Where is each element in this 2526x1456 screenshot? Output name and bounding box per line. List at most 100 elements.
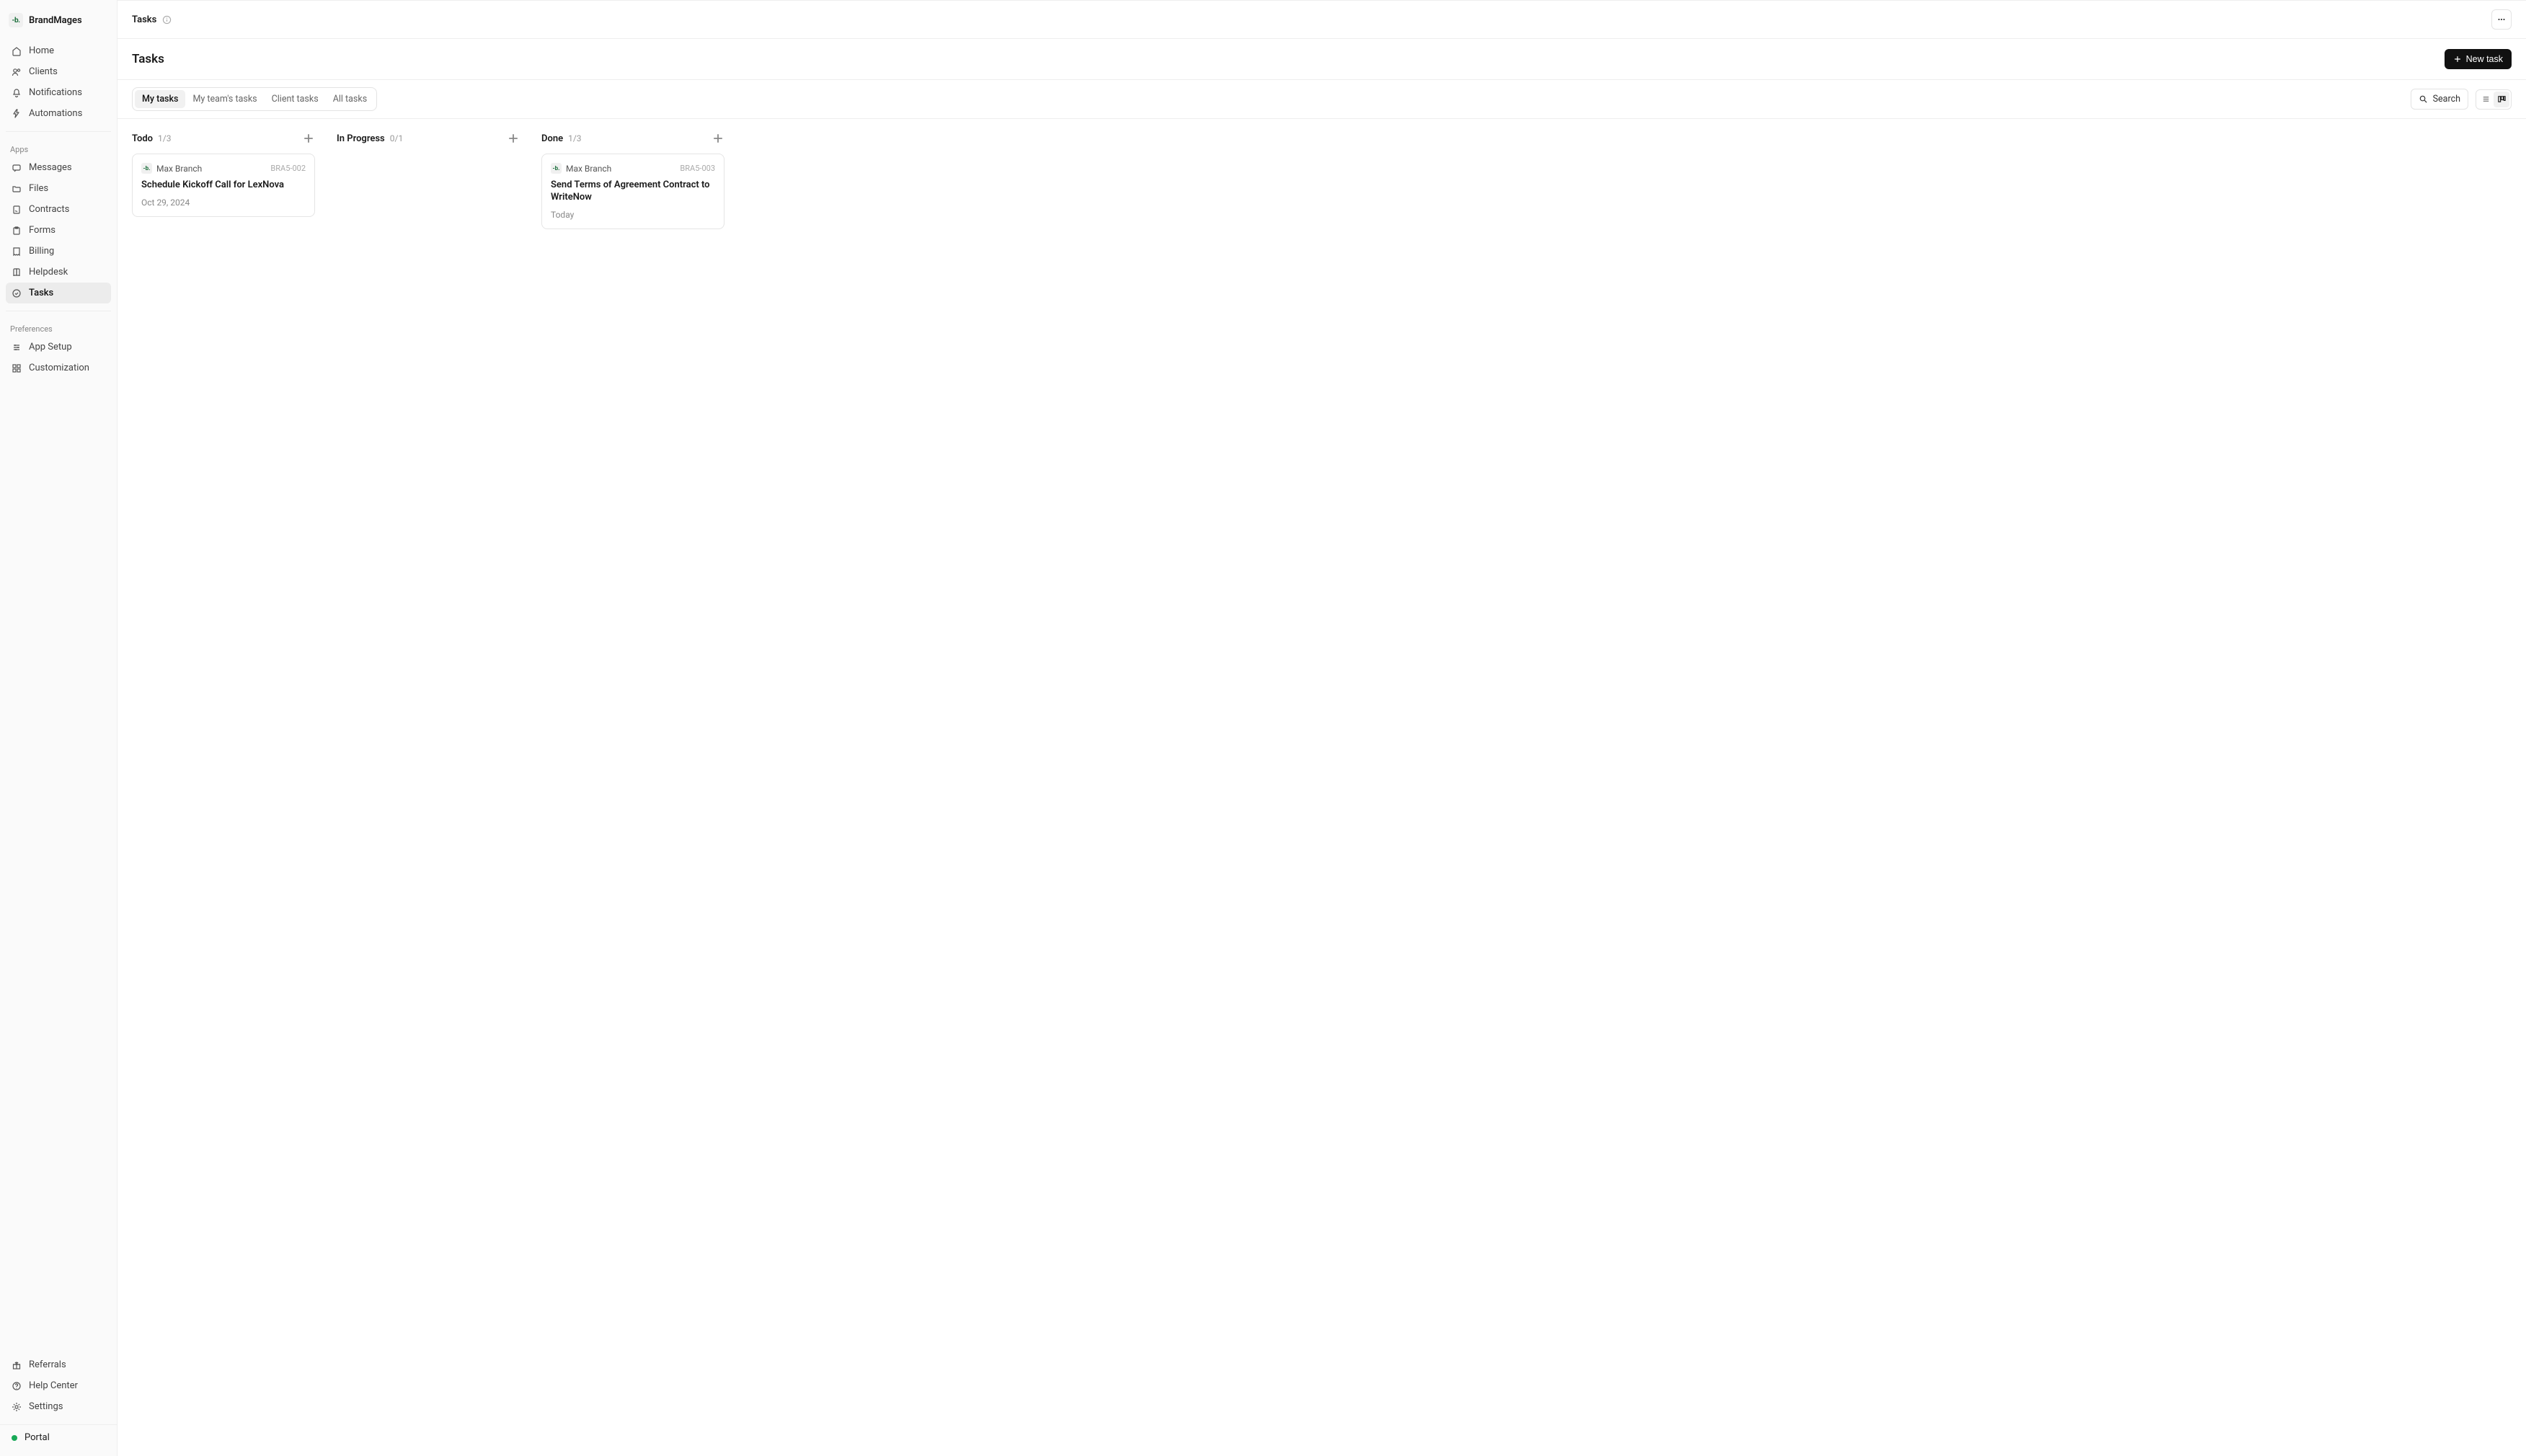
tab-my-tasks[interactable]: My tasks [135,90,185,108]
folder-icon [12,184,22,194]
sidebar-item-label: Files [29,183,48,194]
column-count: 0/1 [390,133,403,143]
gear-icon [12,1402,22,1412]
sidebar-item-label: Messages [29,162,72,173]
receipt-icon [12,247,22,257]
help-icon [12,1381,22,1391]
column-in-progress: In Progress 0/1 [337,132,520,229]
sidebar-item-label: Forms [29,225,56,236]
sliders-icon [12,342,22,352]
more-icon [2496,14,2507,25]
search-icon [2419,94,2428,104]
card-id: BRA5-002 [270,164,306,173]
avatar: -b. [551,163,562,174]
sidebar-item-forms[interactable]: Forms [6,220,111,241]
tab-all-tasks[interactable]: All tasks [326,90,374,108]
list-icon [2481,94,2491,104]
tab-my-team-s-tasks[interactable]: My team's tasks [185,90,264,108]
task-card[interactable]: -b. Max Branch BRA5-002 Schedule Kickoff… [132,154,315,217]
brand[interactable]: -b. BrandMages [0,6,117,37]
breadcrumb-title: Tasks [132,14,156,25]
info-icon[interactable] [162,15,172,25]
sidebar-item-home[interactable]: Home [6,40,111,61]
brand-logo: -b. [9,13,23,27]
sidebar-item-label: Helpdesk [29,267,68,278]
tab-client-tasks[interactable]: Client tasks [265,90,326,108]
divider [6,131,111,132]
users-icon [12,67,22,77]
sidebar-item-app-setup[interactable]: App Setup [6,337,111,358]
column-title: In Progress [337,133,385,144]
more-button[interactable] [2491,9,2512,30]
sidebar-item-billing[interactable]: Billing [6,241,111,262]
file-sig-icon [12,205,22,215]
sidebar-item-contracts[interactable]: Contracts [6,199,111,220]
message-icon [12,163,22,173]
assignee-name: Max Branch [156,164,202,174]
add-card-button[interactable] [507,132,520,145]
sidebar-item-label: Billing [29,246,54,257]
assignee-name: Max Branch [566,164,611,174]
card-meta: -b. Max Branch BRA5-002 [141,163,306,174]
brand-name: BrandMages [29,15,82,26]
clipboard-icon [12,226,22,236]
card-date: Today [551,210,715,220]
task-card[interactable]: -b. Max Branch BRA5-003 Send Terms of Ag… [541,154,724,229]
topbar: Tasks [118,1,2526,39]
sidebar-item-label: Customization [29,363,89,373]
column-title: Done [541,133,563,144]
sidebar-item-notifications[interactable]: Notifications [6,82,111,103]
sidebar-item-helpdesk[interactable]: Helpdesk [6,262,111,283]
add-card-button[interactable] [302,132,315,145]
sidebar-item-customization[interactable]: Customization [6,358,111,378]
grid-icon [12,363,22,373]
sidebar-item-label: Tasks [29,288,53,298]
sidebar-item-label: App Setup [29,342,72,352]
card-assignee: -b. Max Branch [551,163,611,174]
new-task-button[interactable]: New task [2445,49,2512,69]
list-view-button[interactable] [2478,92,2494,107]
view-toggle [2476,89,2512,110]
new-task-label: New task [2466,54,2503,64]
main: Tasks Tasks New task My tasksMy team's t… [118,0,2526,1456]
search-button[interactable]: Search [2411,89,2468,110]
sidebar-item-referrals[interactable]: Referrals [6,1354,111,1375]
sidebar-item-messages[interactable]: Messages [6,157,111,178]
sidebar: -b. BrandMages Home Clients Notifications A… [0,0,118,1456]
card-title: Send Terms of Agreement Contract to Writ… [551,179,715,204]
search-label: Search [2433,94,2460,105]
sidebar-item-help-center[interactable]: Help Center [6,1375,111,1396]
column-title: Todo [132,133,153,144]
board-view-button[interactable] [2494,92,2509,107]
home-icon [12,46,22,56]
card-title: Schedule Kickoff Call for LexNova [141,179,306,192]
task-tabs: My tasksMy team's tasksClient tasksAll t… [132,87,377,111]
column-header: Todo 1/3 [132,132,315,145]
sidebar-item-label: Referrals [29,1359,66,1370]
sidebar-item-files[interactable]: Files [6,178,111,199]
badge-icon [12,288,22,298]
portal-link[interactable]: Portal [0,1424,117,1450]
avatar: -b. [141,163,152,174]
page-header: Tasks New task [118,39,2526,80]
sidebar-item-settings[interactable]: Settings [6,1396,111,1417]
section-label-apps: Apps [6,139,111,157]
add-card-button[interactable] [712,132,724,145]
sidebar-item-label: Home [29,45,54,56]
card-date: Oct 29, 2024 [141,197,306,208]
filter-row: My tasksMy team's tasksClient tasksAll t… [118,80,2526,119]
plus-icon [2453,55,2462,63]
sidebar-item-label: Notifications [29,87,82,98]
zap-icon [12,109,22,119]
portal-label: Portal [25,1432,50,1443]
gift-icon [12,1360,22,1370]
sidebar-item-tasks[interactable]: Tasks [6,283,111,303]
sidebar-item-label: Help Center [29,1380,78,1391]
sidebar-item-label: Clients [29,66,58,77]
sidebar-item-automations[interactable]: Automations [6,103,111,124]
card-assignee: -b. Max Branch [141,163,202,174]
board-icon [2497,94,2507,104]
column-done: Done 1/3 -b. Max Branch BRA5-003 Send Te… [541,132,724,229]
page-title: Tasks [132,52,164,66]
sidebar-item-clients[interactable]: Clients [6,61,111,82]
